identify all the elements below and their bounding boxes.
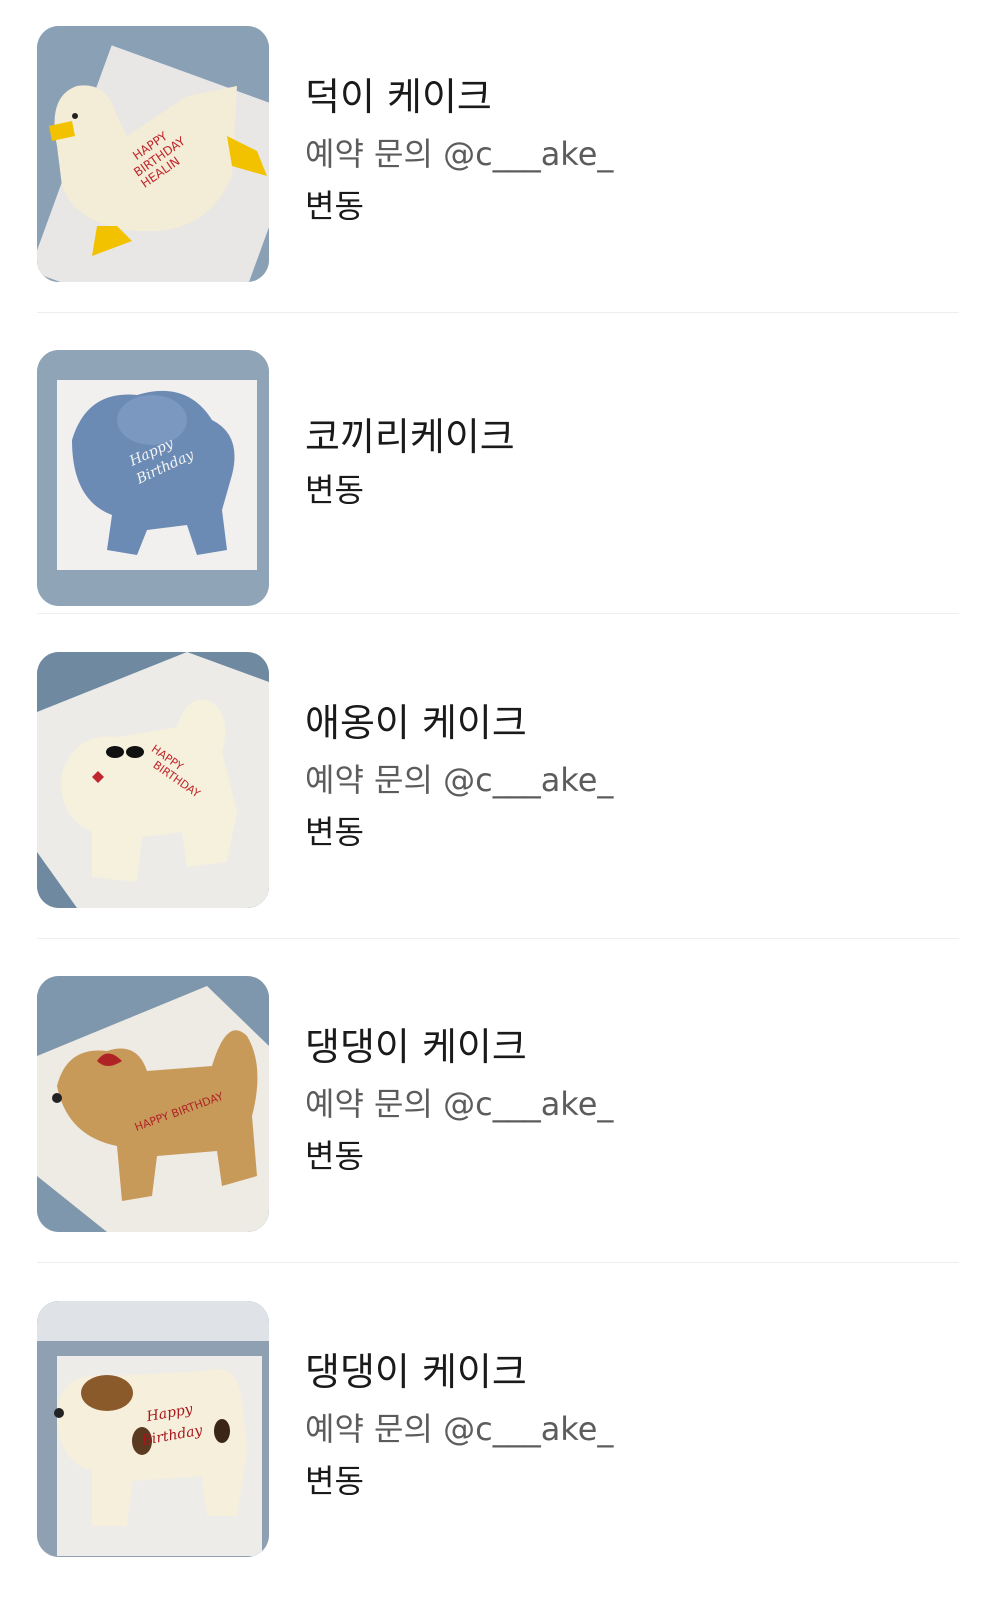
- divider: [37, 613, 959, 614]
- elephant-cake-photo: Happy Birthday: [37, 350, 269, 606]
- item-price: 변동: [305, 1137, 364, 1175]
- puppy-cake-photo: HAPPY BIRTHDAY: [37, 976, 269, 1232]
- item-title: 덕이 케이크: [305, 75, 492, 119]
- item-title: 댕댕이 케이크: [305, 1025, 527, 1069]
- menu-item[interactable]: Happy Birthday 코끼리케이크 변동: [0, 350, 996, 610]
- item-price: 변동: [305, 1462, 364, 1500]
- divider: [37, 1262, 959, 1263]
- item-title: 애옹이 케이크: [305, 701, 527, 745]
- item-subtitle: 예약 문의 @c___ake_: [305, 135, 614, 173]
- divider: [37, 938, 959, 939]
- item-price: 변동: [305, 471, 364, 509]
- item-subtitle: 예약 문의 @c___ake_: [305, 1410, 614, 1448]
- spotted-dog-cake-photo: Happy Birthday: [37, 1301, 269, 1557]
- item-price: 변동: [305, 813, 364, 851]
- divider: [37, 312, 959, 313]
- item-subtitle: 예약 문의 @c___ake_: [305, 1085, 614, 1123]
- cat-cake-photo: HAPPY BIRTHDAY: [37, 652, 269, 908]
- menu-list: HAPPY BIRTHDAY HEALIN 덕이 케이크 예약 문의 @c___…: [0, 0, 996, 1600]
- item-price: 변동: [305, 187, 364, 225]
- item-subtitle: 예약 문의 @c___ake_: [305, 761, 614, 799]
- menu-item[interactable]: HAPPY BIRTHDAY 댕댕이 케이크 예약 문의 @c___ake_ 변…: [0, 976, 996, 1236]
- duck-cake-photo: HAPPY BIRTHDAY HEALIN: [37, 26, 269, 282]
- item-title: 코끼리케이크: [305, 415, 515, 459]
- item-title: 댕댕이 케이크: [305, 1350, 527, 1394]
- menu-item[interactable]: HAPPY BIRTHDAY HEALIN 덕이 케이크 예약 문의 @c___…: [0, 26, 996, 286]
- menu-item[interactable]: HAPPY BIRTHDAY 애옹이 케이크 예약 문의 @c___ake_ 변…: [0, 652, 996, 912]
- menu-item[interactable]: Happy Birthday 댕댕이 케이크 예약 문의 @c___ake_ 변…: [0, 1301, 996, 1561]
